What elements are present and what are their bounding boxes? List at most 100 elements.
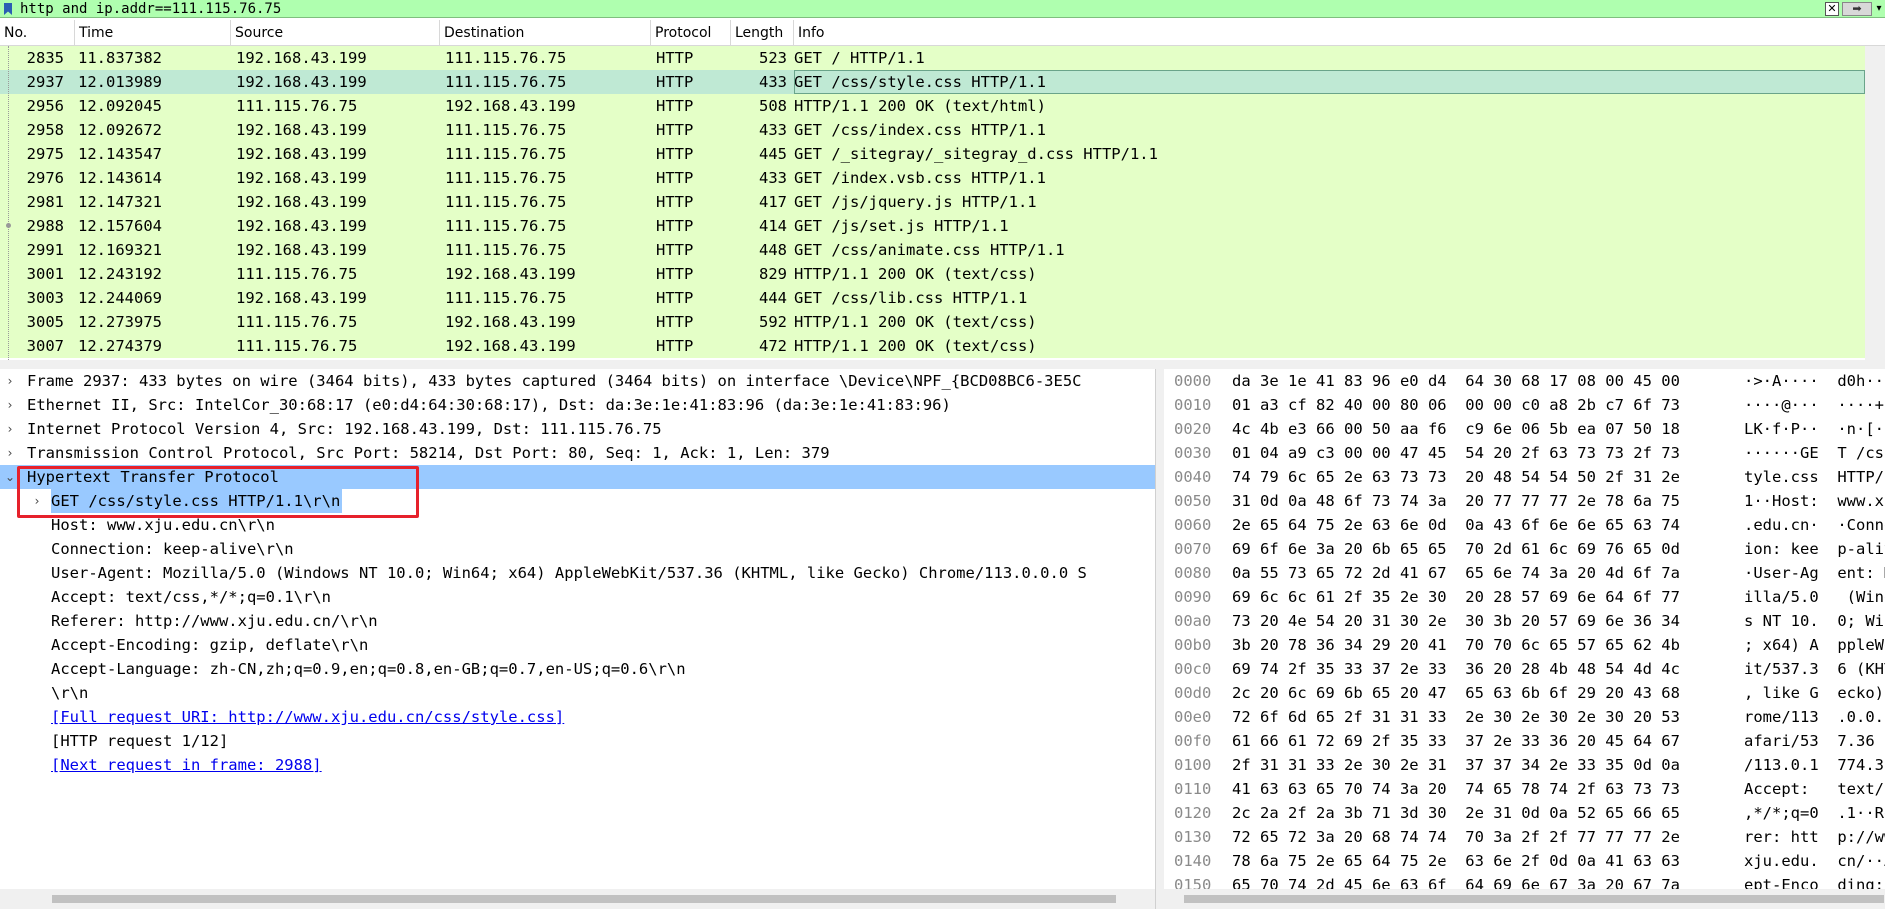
detail-full-request-uri-link[interactable]: [Full request URI: http://www.xju.edu.cn… <box>51 705 566 729</box>
column-header-source[interactable]: Source <box>231 20 440 46</box>
packet-row[interactable]: 3001 12.243192 111.115.76.75 192.168.43.199… <box>0 262 1865 286</box>
hex-bytes[interactable]: 78 6a 75 2e 65 64 75 2e 63 6e 2f 0d 0a 4… <box>1232 849 1680 873</box>
ascii-bytes[interactable]: ····@··· ····+·os <box>1744 393 1885 417</box>
ascii-bytes[interactable]: /113.0.1 774.35·· <box>1744 753 1885 777</box>
detail-http-request-count-row[interactable]: [HTTP request 1/12] <box>0 729 1155 753</box>
display-filter-input[interactable]: http and ip.addr==111.115.76.75 <box>20 0 281 18</box>
hex-bytes[interactable]: 2c 20 6c 69 6b 65 20 47 65 63 6b 6f 29 2… <box>1232 681 1680 705</box>
ascii-bytes[interactable]: rome/113 .0.0.0 S <box>1744 705 1885 729</box>
detail-tcp-row[interactable]: › Transmission Control Protocol, Src Port… <box>0 441 1155 465</box>
ascii-bytes[interactable]: it/537.3 6 (KHTML <box>1744 657 1885 681</box>
ascii-bytes[interactable]: ·>·A···· d0h···E· <box>1744 369 1885 393</box>
ascii-bytes[interactable]: xju.edu. cn/··Acc <box>1744 849 1885 873</box>
packet-bytes-horizontal-scrollbar[interactable] <box>1164 889 1885 909</box>
ascii-bytes[interactable]: ·User-Ag ent: Moz <box>1744 561 1885 585</box>
hex-bytes[interactable]: da 3e 1e 41 83 96 e0 d4 64 30 68 17 08 0… <box>1232 369 1680 393</box>
packet-row[interactable]: 3003 12.244069 192.168.43.199 111.115.76.75… <box>0 286 1865 310</box>
ascii-bytes[interactable]: Accept: text/css <box>1744 777 1885 801</box>
column-header-info[interactable]: Info <box>794 20 1865 46</box>
hex-bytes[interactable]: 61 66 61 72 69 2f 35 33 37 2e 33 36 20 4… <box>1232 729 1680 753</box>
packet-row[interactable]: 2988 12.157604 192.168.43.199 111.115.76.75… <box>0 214 1865 238</box>
ascii-bytes[interactable]: LK·f·P·· ·n·[··P· <box>1744 417 1885 441</box>
hex-bytes[interactable]: 72 65 72 3a 20 68 74 74 70 3a 2f 2f 77 7… <box>1232 825 1680 849</box>
expand-arrow-icon[interactable]: › <box>3 417 17 441</box>
hex-bytes[interactable]: 01 04 a9 c3 00 00 47 45 54 20 2f 63 73 7… <box>1232 441 1680 465</box>
scrollbar-thumb[interactable] <box>52 895 1116 903</box>
packet-row[interactable]: 3005 12.273975 111.115.76.75 192.168.43.199… <box>0 310 1865 334</box>
packet-row[interactable]: 3007 12.274379 111.115.76.75 192.168.43.199… <box>0 334 1865 358</box>
scrollbar-thumb[interactable] <box>1184 895 1884 903</box>
hex-bytes[interactable]: 69 6c 6c 61 2f 35 2e 30 20 28 57 69 6e 6… <box>1232 585 1680 609</box>
packet-row[interactable]: 2981 12.147321 192.168.43.199 111.115.76.75… <box>0 190 1865 214</box>
detail-next-request-link[interactable]: [Next request in frame: 2988] <box>51 753 324 777</box>
detail-http-accept-encoding-row[interactable]: Accept-Encoding: gzip, deflate\r\n <box>0 633 1155 657</box>
detail-next-request-link-row[interactable]: [Next request in frame: 2988] <box>0 753 1155 777</box>
ascii-bytes[interactable]: illa/5.0 (Window <box>1744 585 1885 609</box>
packet-cell-src: 192.168.43.199 <box>236 49 367 67</box>
detail-full-request-uri-link-row[interactable]: [Full request URI: http://www.xju.edu.cn… <box>0 705 1155 729</box>
detail-ethernet-row[interactable]: › Ethernet II, Src: IntelCor_30:68:17 (e0… <box>0 393 1155 417</box>
packet-row[interactable]: 2975 12.143547 192.168.43.199 111.115.76.75… <box>0 142 1865 166</box>
clear-filter-icon[interactable]: ✕ <box>1825 2 1839 16</box>
display-filter-bar: http and ip.addr==111.115.76.75 ✕ ➡ ▾ <box>0 0 1885 18</box>
hex-bytes[interactable]: 73 20 4e 54 20 31 30 2e 30 3b 20 57 69 6… <box>1232 609 1680 633</box>
detail-http-referer-row[interactable]: Referer: http://www.xju.edu.cn/\r\n <box>0 609 1155 633</box>
packet-row[interactable]: 2976 12.143614 192.168.43.199 111.115.76.75… <box>0 166 1865 190</box>
filter-history-dropdown-icon[interactable]: ▾ <box>1873 2 1885 16</box>
apply-filter-arrow-icon[interactable]: ➡ <box>1842 2 1872 16</box>
packet-details-horizontal-scrollbar[interactable] <box>0 889 1155 909</box>
hex-bytes[interactable]: 4c 4b e3 66 00 50 aa f6 c9 6e 06 5b ea 0… <box>1232 417 1680 441</box>
hex-bytes[interactable]: 0a 55 73 65 72 2d 41 67 65 6e 74 3a 20 4… <box>1232 561 1680 585</box>
hex-bytes[interactable]: 01 a3 cf 82 40 00 80 06 00 00 c0 a8 2b c… <box>1232 393 1680 417</box>
detail-http-user-agent-row[interactable]: User-Agent: Mozilla/5.0 (Windows NT 10.0… <box>0 561 1155 585</box>
hex-bytes[interactable]: 2c 2a 2f 2a 3b 71 3d 30 2e 31 0d 0a 52 6… <box>1232 801 1680 825</box>
packet-list-scrollbar[interactable] <box>1865 46 1885 360</box>
ascii-bytes[interactable]: ion: kee p-alive· <box>1744 537 1885 561</box>
packet-row[interactable]: 2958 12.092672 192.168.43.199 111.115.76.75… <box>0 118 1865 142</box>
ascii-bytes[interactable]: , like G ecko) Ch <box>1744 681 1885 705</box>
packet-cell-time: 12.274379 <box>78 337 162 355</box>
packet-row[interactable]: 2835 11.837382 192.168.43.199 111.115.76.75… <box>0 46 1865 70</box>
ascii-bytes[interactable]: .edu.cn· ·Connect <box>1744 513 1885 537</box>
column-header-no[interactable]: No. <box>0 20 75 46</box>
bytes-row: 0130 72 65 72 3a 20 68 74 74 70 3a 2f 2f … <box>1164 825 1885 849</box>
column-header-length[interactable]: Length <box>731 20 794 46</box>
expand-arrow-icon[interactable]: › <box>3 393 17 417</box>
detail-http-accept-row[interactable]: Accept: text/css,*/*;q=0.1\r\n <box>0 585 1155 609</box>
hex-bytes[interactable]: 3b 20 78 36 34 29 20 41 70 70 6c 65 57 6… <box>1232 633 1680 657</box>
detail-http-crlf-row[interactable]: \r\n <box>0 681 1155 705</box>
pane-splitter-horizontal[interactable] <box>0 360 1885 369</box>
hex-bytes[interactable]: 2f 31 31 33 2e 30 2e 31 37 37 34 2e 33 3… <box>1232 753 1680 777</box>
hex-bytes[interactable]: 31 0d 0a 48 6f 73 74 3a 20 77 77 77 2e 7… <box>1232 489 1680 513</box>
ascii-bytes[interactable]: 1··Host: www.xju <box>1744 489 1885 513</box>
hex-bytes[interactable]: 41 63 63 65 70 74 3a 20 74 65 78 74 2f 6… <box>1232 777 1680 801</box>
detail-http-accept-language-row[interactable]: Accept-Language: zh-CN,zh;q=0.9,en;q=0.8… <box>0 657 1155 681</box>
ascii-bytes[interactable]: tyle.css HTTP/1. <box>1744 465 1885 489</box>
ascii-bytes[interactable]: rer: htt p://www. <box>1744 825 1885 849</box>
hex-bytes[interactable]: 72 6f 6d 65 2f 31 31 33 2e 30 2e 30 2e 3… <box>1232 705 1680 729</box>
hex-bytes[interactable]: 69 74 2f 35 33 37 2e 33 36 20 28 4b 48 5… <box>1232 657 1680 681</box>
detail-http-connection-row[interactable]: Connection: keep-alive\r\n <box>0 537 1155 561</box>
ascii-bytes[interactable]: ,*/*;q=0 .1··Refe <box>1744 801 1885 825</box>
ascii-bytes[interactable]: afari/53 7.36 Edg <box>1744 729 1885 753</box>
detail-frame-row[interactable]: › Frame 2937: 433 bytes on wire (3464 bit… <box>0 369 1155 393</box>
bookmark-icon[interactable] <box>2 2 14 16</box>
bytes-row: 0000 da 3e 1e 41 83 96 e0 d4 64 30 68 17 … <box>1164 369 1885 393</box>
column-header-destination[interactable]: Destination <box>440 20 651 46</box>
pane-splitter-vertical[interactable] <box>1155 369 1164 909</box>
expand-arrow-icon[interactable]: › <box>3 441 17 465</box>
column-header-protocol[interactable]: Protocol <box>651 20 731 46</box>
ascii-bytes[interactable]: s NT 10. 0; Win64 <box>1744 609 1885 633</box>
collapse-arrow-icon[interactable]: ⌄ <box>3 465 17 489</box>
packet-row[interactable]: 2991 12.169321 192.168.43.199 111.115.76.75… <box>0 238 1865 262</box>
detail-ipv4-row[interactable]: › Internet Protocol Version 4, Src: 192.1… <box>0 417 1155 441</box>
ascii-bytes[interactable]: ; x64) A ppleWebK <box>1744 633 1885 657</box>
expand-arrow-icon[interactable]: › <box>3 369 17 393</box>
ascii-bytes[interactable]: ······GE T /css/s <box>1744 441 1885 465</box>
column-header-time[interactable]: Time <box>75 20 231 46</box>
packet-row[interactable]: 2956 12.092045 111.115.76.75 192.168.43.199… <box>0 94 1865 118</box>
hex-bytes[interactable]: 69 6f 6e 3a 20 6b 65 65 70 2d 61 6c 69 7… <box>1232 537 1680 561</box>
hex-bytes[interactable]: 74 79 6c 65 2e 63 73 73 20 48 54 54 50 2… <box>1232 465 1680 489</box>
hex-bytes[interactable]: 2e 65 64 75 2e 63 6e 0d 0a 43 6f 6e 6e 6… <box>1232 513 1680 537</box>
packet-row[interactable]: 2937 12.013989 192.168.43.199 111.115.76.75… <box>0 70 1865 94</box>
